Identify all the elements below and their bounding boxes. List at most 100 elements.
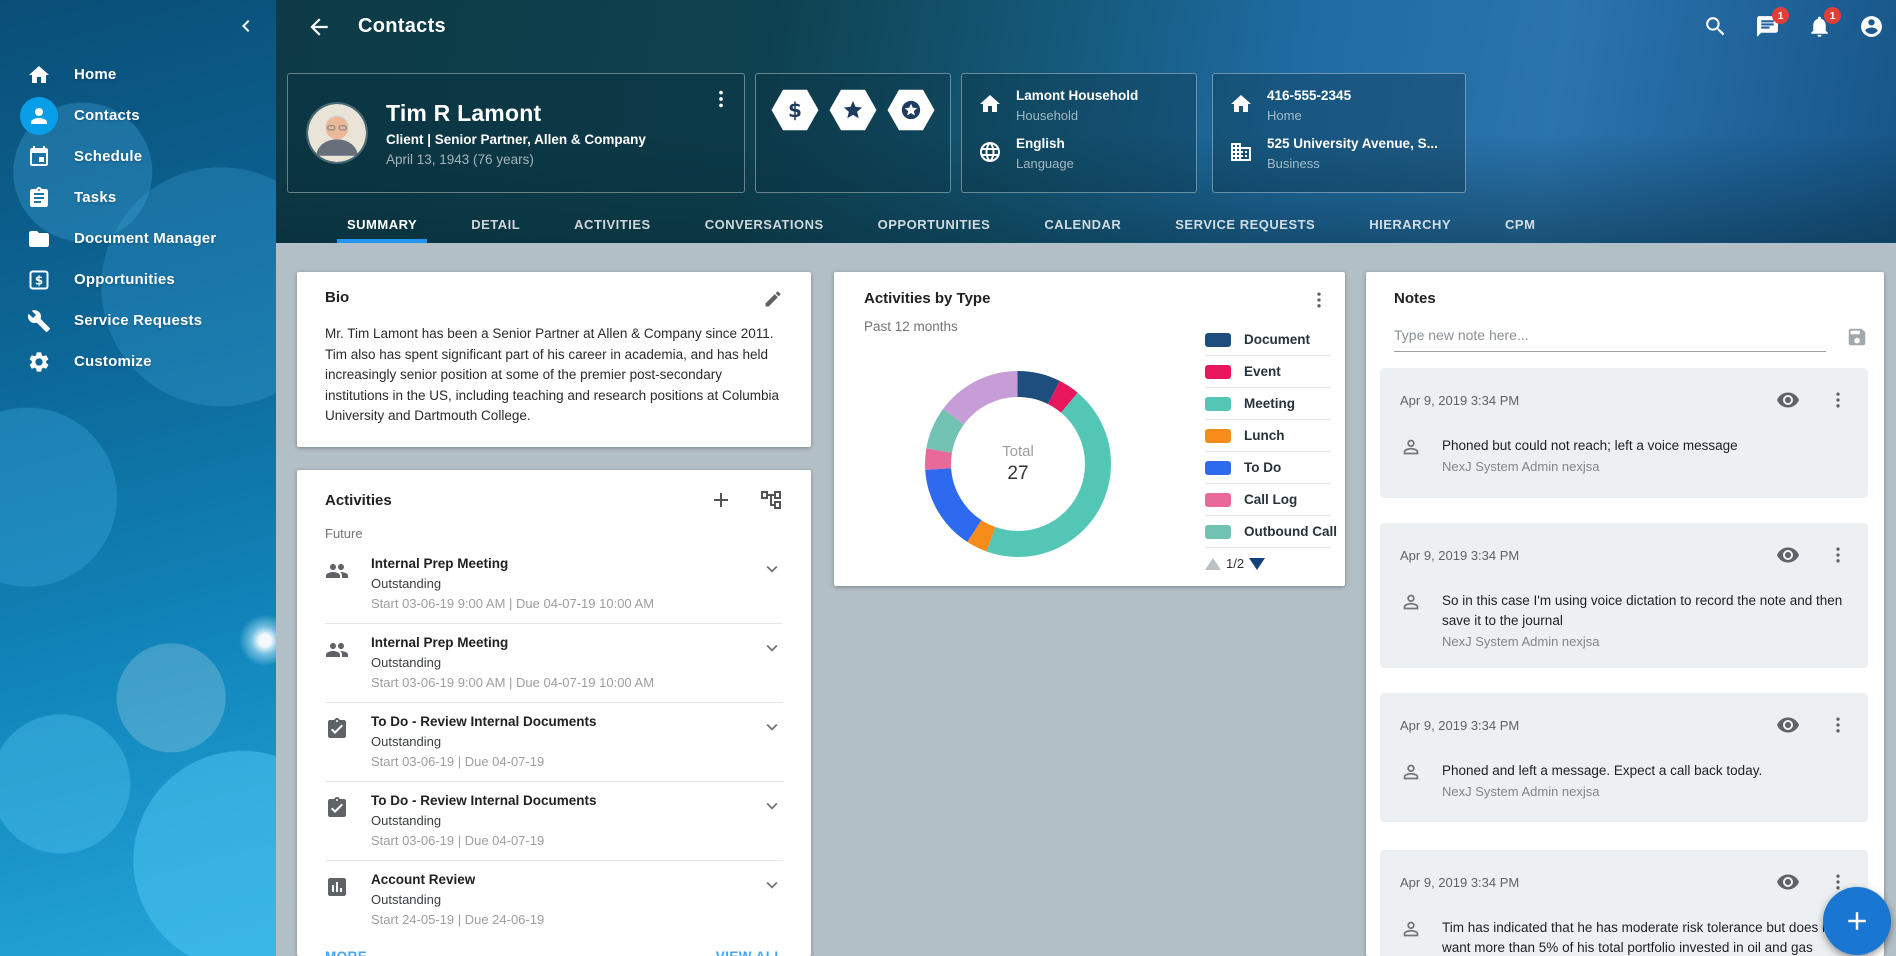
sidebar-item-service-requests[interactable]: Service Requests	[0, 300, 276, 341]
tab-service-requests[interactable]: SERVICE REQUESTS	[1165, 205, 1325, 243]
activity-row[interactable]: Internal Prep Meeting Outstanding Start …	[325, 624, 783, 703]
note-item: Apr 9, 2019 3:34 PM Phoned and left a me…	[1380, 693, 1868, 822]
activity-row[interactable]: To Do - Review Internal Documents Outsta…	[325, 782, 783, 861]
chevron-down-icon[interactable]	[761, 558, 783, 580]
dollar-hexagon-badge[interactable]: $	[770, 88, 820, 132]
note-menu-kebab-icon[interactable]	[1828, 715, 1848, 735]
notifications-bell-icon[interactable]: 1	[1807, 14, 1832, 39]
activities-by-type-card: Activities by Type Past 12 months Total …	[834, 272, 1345, 586]
language-label: Language	[1016, 156, 1074, 171]
tab-activities[interactable]: ACTIVITIES	[564, 205, 661, 243]
chat-icon[interactable]: 1	[1755, 14, 1780, 39]
search-icon[interactable]	[1703, 14, 1728, 39]
address-row[interactable]: 525 University Avenue, S... Business	[1213, 136, 1465, 171]
new-note-input[interactable]	[1394, 323, 1826, 352]
eye-icon[interactable]	[1776, 543, 1800, 567]
account-icon[interactable]	[1859, 14, 1884, 39]
sidebar-item-tasks[interactable]: Tasks	[0, 177, 276, 218]
star-circle-icon	[900, 99, 922, 121]
activity-dates: Start 03-06-19 9:00 AM | Due 04-07-19 10…	[371, 596, 761, 611]
bar-chart-icon	[325, 875, 349, 899]
tab-hierarchy[interactable]: HIERARCHY	[1359, 205, 1461, 243]
tab-opportunities[interactable]: OPPORTUNITIES	[868, 205, 1001, 243]
sidebar-item-opportunities[interactable]: Opportunities	[0, 259, 276, 300]
activity-title: Account Review	[371, 872, 761, 887]
legend-swatch	[1205, 333, 1231, 347]
edit-pencil-icon[interactable]	[763, 289, 783, 309]
activity-row[interactable]: To Do - Review Internal Documents Outsta…	[325, 703, 783, 782]
phone-row[interactable]: 416-555-2345 Home	[1213, 88, 1465, 123]
calendar-icon	[20, 138, 58, 176]
chart-menu-kebab-icon[interactable]	[1309, 290, 1329, 310]
tasks-icon	[20, 179, 58, 217]
tab-summary[interactable]: SUMMARY	[337, 205, 427, 243]
tab-conversations[interactable]: CONVERSATIONS	[695, 205, 834, 243]
activity-status: Outstanding	[371, 576, 761, 591]
activity-title: Internal Prep Meeting	[371, 556, 761, 571]
activity-row[interactable]: Account Review Outstanding Start 24-05-1…	[325, 861, 783, 939]
avatar	[308, 104, 366, 162]
activity-title: To Do - Review Internal Documents	[371, 714, 761, 729]
sidebar-item-schedule[interactable]: Schedule	[0, 136, 276, 177]
note-menu-kebab-icon[interactable]	[1828, 545, 1848, 565]
add-fab-button[interactable]	[1823, 887, 1891, 955]
sidebar-item-home[interactable]: Home	[0, 54, 276, 95]
legend-page-up-icon[interactable]	[1205, 558, 1221, 570]
profile-menu-kebab-icon[interactable]	[710, 88, 732, 110]
tab-calendar[interactable]: CALENDAR	[1034, 205, 1131, 243]
view-all-button[interactable]: VIEW ALL	[716, 949, 783, 956]
back-button[interactable]	[306, 14, 332, 40]
legend-item-lunch: Lunch	[1205, 420, 1331, 452]
save-note-icon[interactable]	[1846, 326, 1868, 348]
more-button[interactable]: MORE	[325, 949, 367, 956]
legend-item-to-do: To Do	[1205, 452, 1331, 484]
add-activity-button[interactable]	[709, 488, 733, 512]
task-check-icon	[325, 717, 349, 741]
donut-total-value: 27	[1007, 463, 1028, 485]
person-outline-icon	[1400, 918, 1422, 940]
sidebar-item-contacts[interactable]: Contacts	[0, 95, 276, 136]
activity-dates: Start 03-06-19 9:00 AM | Due 04-07-19 10…	[371, 675, 761, 690]
tab-detail[interactable]: DETAIL	[461, 205, 530, 243]
chevron-down-icon[interactable]	[761, 874, 783, 896]
activities-card: Activities Future Internal Prep Meeting …	[297, 470, 811, 956]
notes-title: Notes	[1394, 290, 1868, 307]
plus-icon	[1842, 906, 1872, 936]
activity-row[interactable]: Internal Prep Meeting Outstanding Start …	[325, 545, 783, 624]
household-name: Lamont Household	[1016, 88, 1138, 103]
eye-icon[interactable]	[1776, 388, 1800, 412]
language-value: English	[1016, 136, 1074, 151]
chat-badge: 1	[1772, 7, 1789, 24]
sidebar-item-label: Home	[74, 66, 116, 83]
note-text: Phoned and left a message. Expect a call…	[1442, 761, 1762, 781]
chevron-down-icon[interactable]	[761, 716, 783, 738]
legend-swatch	[1205, 429, 1231, 443]
globe-icon	[978, 140, 1002, 164]
chevron-down-icon[interactable]	[761, 795, 783, 817]
chart-title: Activities by Type	[864, 290, 1309, 307]
household-row[interactable]: Lamont Household Household	[962, 88, 1196, 123]
eye-icon[interactable]	[1776, 870, 1800, 894]
legend-page-down-icon[interactable]	[1249, 558, 1265, 570]
stars-hexagon-badge[interactable]	[886, 88, 936, 132]
legend-swatch	[1205, 461, 1231, 475]
sidebar-item-label: Tasks	[74, 189, 116, 206]
note-timestamp: Apr 9, 2019 3:34 PM	[1400, 393, 1776, 408]
chevron-down-icon[interactable]	[761, 637, 783, 659]
sidebar-item-document-manager[interactable]: Document Manager	[0, 218, 276, 259]
eye-icon[interactable]	[1776, 713, 1800, 737]
legend-swatch	[1205, 493, 1231, 507]
sidebar-item-label: Customize	[74, 353, 152, 370]
sidebar: Home Contacts Schedule Tasks Document Ma…	[0, 0, 276, 956]
sidebar-collapse-button[interactable]	[232, 12, 260, 40]
note-menu-kebab-icon[interactable]	[1828, 390, 1848, 410]
language-row[interactable]: English Language	[962, 136, 1196, 171]
star-hexagon-badge[interactable]	[828, 88, 878, 132]
bio-text: Mr. Tim Lamont has been a Senior Partner…	[325, 324, 783, 427]
note-timestamp: Apr 9, 2019 3:34 PM	[1400, 875, 1776, 890]
hierarchy-tree-icon[interactable]	[759, 488, 783, 512]
notes-card: Notes Apr 9, 2019 3:34 PM Phoned but cou…	[1366, 272, 1884, 956]
tab-cpm[interactable]: CPM	[1495, 205, 1545, 243]
legend-swatch	[1205, 525, 1231, 539]
sidebar-item-customize[interactable]: Customize	[0, 341, 276, 382]
